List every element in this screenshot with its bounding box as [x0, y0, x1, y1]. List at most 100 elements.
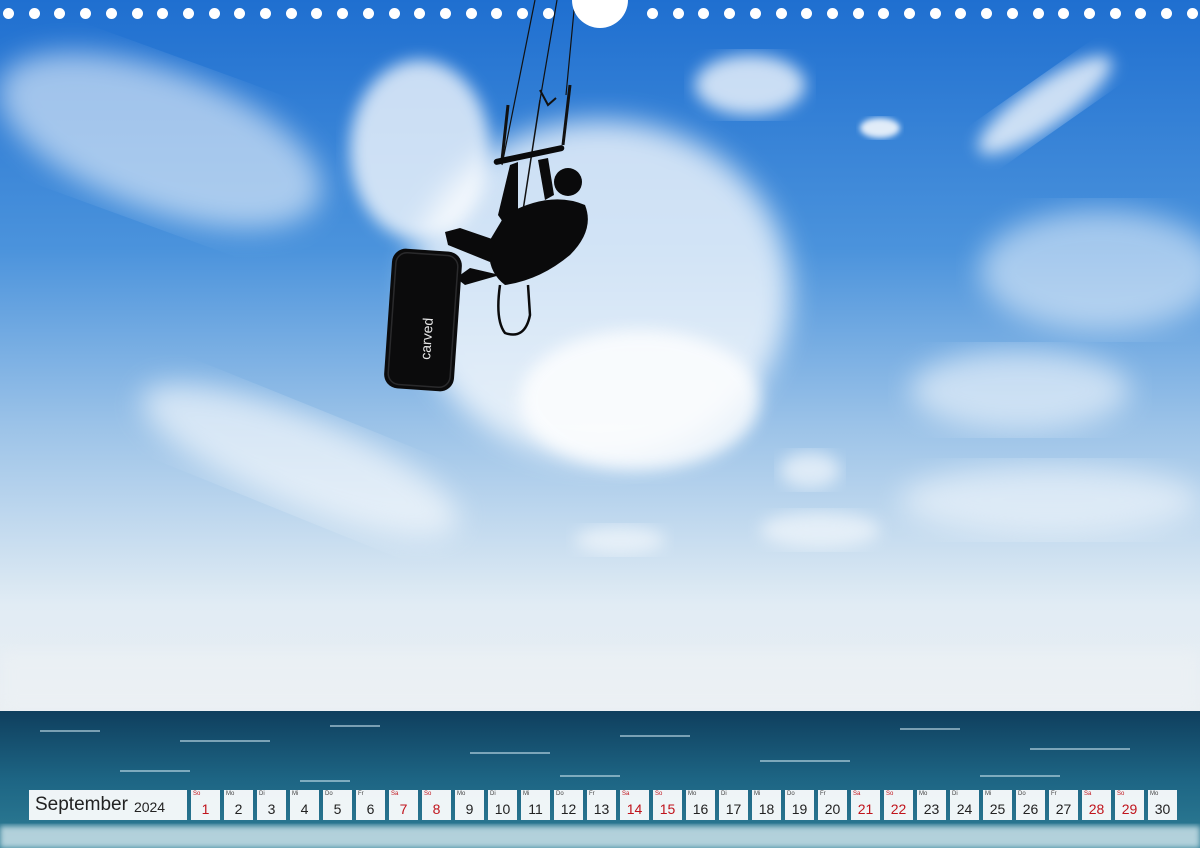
- weekday-abbrev: So: [424, 791, 432, 797]
- day-number: 22: [890, 801, 907, 817]
- day-number: 11: [528, 801, 543, 817]
- binding-hole: [801, 8, 813, 19]
- binding-hole: [388, 8, 400, 19]
- day-number: 24: [956, 801, 973, 817]
- day-number: 7: [399, 801, 408, 817]
- binding-hole: [878, 8, 890, 19]
- binding-hole: [826, 8, 838, 19]
- day-number: 10: [494, 801, 511, 817]
- weekday-abbrev: Mo: [919, 791, 928, 797]
- day-number: 30: [1154, 801, 1171, 817]
- day-cell: Sa 21: [851, 790, 880, 820]
- year-label: 2024: [133, 798, 166, 815]
- binding-hole: [491, 8, 503, 19]
- day-number: 17: [725, 801, 742, 817]
- binding-hole: [1083, 8, 1095, 19]
- weekday-abbrev: Sa: [1084, 791, 1092, 797]
- weekday-abbrev: So: [1117, 791, 1125, 797]
- day-number: 2: [234, 801, 243, 817]
- weekday-abbrev: Mi: [523, 791, 530, 797]
- binding-hole: [105, 8, 117, 19]
- binding-hole: [775, 8, 787, 19]
- weekday-abbrev: Di: [952, 791, 958, 797]
- day-number: 8: [432, 801, 441, 817]
- binding-hole: [414, 8, 426, 19]
- day-cell: Di 10: [488, 790, 517, 820]
- day-cell: Fr 27: [1049, 790, 1078, 820]
- weekday-abbrev: So: [655, 791, 663, 797]
- day-number: 26: [1022, 801, 1039, 817]
- day-cell: Mo 2: [224, 790, 253, 820]
- binding-hole: [852, 8, 864, 19]
- weekday-abbrev: Fr: [820, 791, 826, 797]
- weekday-abbrev: Do: [787, 791, 795, 797]
- binding-hole: [1161, 8, 1172, 19]
- weekday-abbrev: Do: [1018, 791, 1026, 797]
- board-brand-text: carved: [417, 317, 436, 360]
- weekday-abbrev: Mi: [754, 791, 761, 797]
- weekday-abbrev: Fr: [358, 791, 364, 797]
- day-cell: So 29: [1115, 790, 1144, 820]
- day-cell: Mi 18: [752, 790, 781, 820]
- day-cell: Mo 30: [1148, 790, 1177, 820]
- weekday-abbrev: Do: [556, 791, 564, 797]
- day-cell: Fr 13: [587, 790, 616, 820]
- month-name: September: [35, 794, 128, 815]
- day-number: 21: [857, 801, 874, 817]
- day-number: 14: [626, 801, 643, 817]
- binding-hole: [3, 8, 14, 19]
- surf-foam: [0, 826, 1200, 848]
- binding-hole: [1058, 8, 1070, 19]
- weekday-abbrev: Di: [259, 791, 265, 797]
- day-cell: So 1: [191, 790, 220, 820]
- day-cell: Do 26: [1016, 790, 1045, 820]
- binding-hole: [1186, 8, 1198, 19]
- month-label: September 2024: [29, 790, 187, 820]
- weekday-abbrev: Mo: [226, 791, 235, 797]
- weekday-abbrev: So: [193, 791, 201, 797]
- day-cell: Mo 23: [917, 790, 946, 820]
- binding-hole: [724, 8, 736, 19]
- weekday-abbrev: Di: [721, 791, 727, 797]
- binding-hole: [337, 8, 349, 19]
- day-cell: Sa 28: [1082, 790, 1111, 820]
- day-cell: Di 17: [719, 790, 748, 820]
- binding-hole: [542, 8, 554, 19]
- day-number: 25: [989, 801, 1006, 817]
- binding-hole: [698, 8, 710, 19]
- binding-hole: [285, 8, 297, 19]
- day-number: 20: [824, 801, 841, 817]
- day-number: 28: [1088, 801, 1105, 817]
- day-cell: Do 5: [323, 790, 352, 820]
- binding-hole: [311, 8, 323, 19]
- horizon-haze: [0, 650, 1200, 712]
- weekday-abbrev: Fr: [589, 791, 595, 797]
- binding-hole: [1109, 8, 1121, 19]
- day-cell: So 15: [653, 790, 682, 820]
- binding-hole: [362, 8, 374, 19]
- binding-hole: [904, 8, 915, 19]
- weekday-abbrev: Sa: [853, 791, 861, 797]
- day-number: 6: [366, 801, 375, 817]
- binding-hole: [1006, 8, 1018, 19]
- binding-hole: [182, 8, 194, 19]
- binding-hole: [517, 8, 528, 19]
- day-cell: Di 3: [257, 790, 286, 820]
- weekday-abbrev: So: [886, 791, 894, 797]
- kitesurfer-photo: carved: [0, 0, 1200, 848]
- day-cell: Mo 9: [455, 790, 484, 820]
- weekday-abbrev: Mi: [985, 791, 992, 797]
- binding-hole: [647, 8, 658, 19]
- weekday-abbrev: Do: [325, 791, 333, 797]
- day-cells: So 1 Mo 2 Di 3 Mi 4 Do 5 Fr 6 Sa 7 So 8 Mo 9 Di 10 Mi 11 Do 12 F…: [191, 790, 1177, 820]
- binding-hole: [157, 8, 169, 19]
- day-number: 16: [692, 801, 709, 817]
- weekday-abbrev: Mi: [292, 791, 299, 797]
- binding-hole: [955, 8, 967, 19]
- binding-hole: [234, 8, 246, 19]
- day-number: 4: [300, 801, 309, 817]
- day-number: 23: [923, 801, 940, 817]
- day-cell: Mo 16: [686, 790, 715, 820]
- binding-hole: [260, 8, 271, 19]
- binding-hole: [131, 8, 143, 19]
